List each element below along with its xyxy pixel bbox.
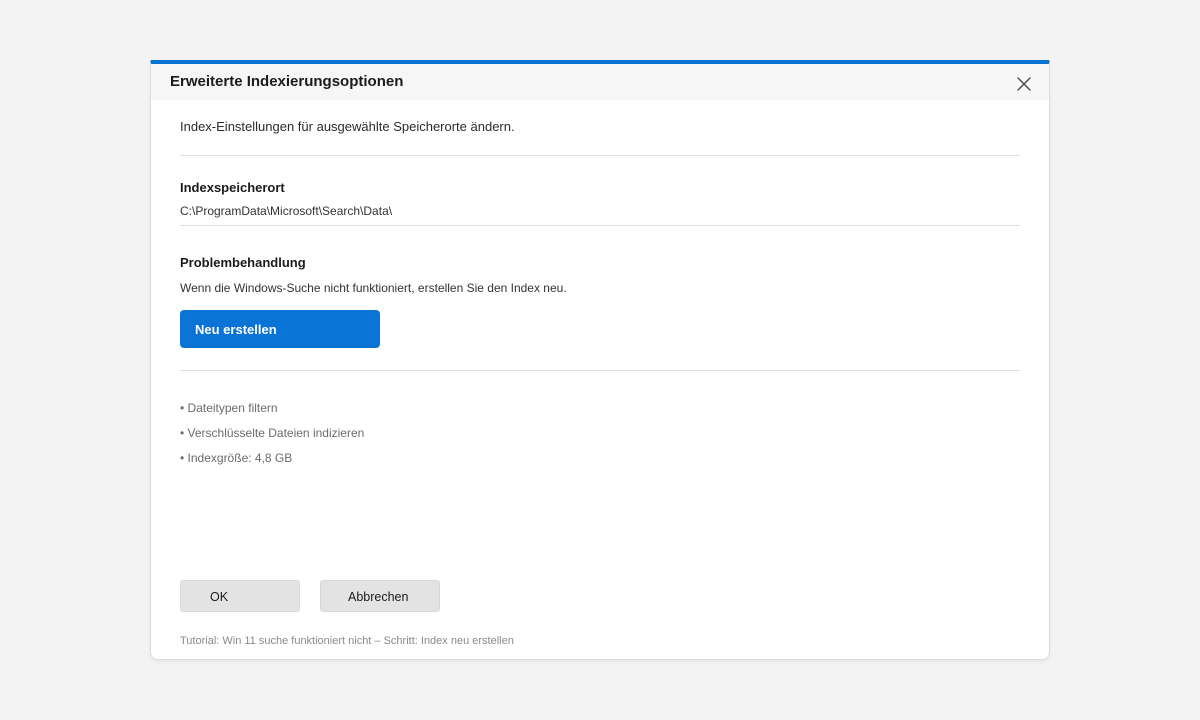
troubleshooting-description: Wenn die Windows-Suche nicht funktionier…: [180, 281, 567, 295]
index-location-heading: Indexspeicherort: [180, 180, 285, 195]
troubleshooting-heading: Problembehandlung: [180, 255, 306, 270]
divider: [180, 370, 1020, 371]
intro-text: Index-Einstellungen für ausgewählte Spei…: [180, 119, 515, 134]
bullet-item-filter-file-types: • Dateitypen filtern: [180, 401, 278, 415]
close-icon: [1017, 77, 1031, 91]
title-bar: Erweiterte Indexierungsoptionen: [151, 64, 1049, 100]
close-button[interactable]: [1011, 72, 1037, 96]
cancel-button-label: Abbrechen: [348, 590, 409, 604]
ok-button-label: OK: [210, 590, 229, 604]
index-location-path: C:\ProgramData\Microsoft\Search\Data\: [180, 204, 393, 218]
ok-button[interactable]: OK: [180, 580, 300, 612]
dialog-title: Erweiterte Indexierungsoptionen: [170, 73, 404, 90]
divider: [180, 155, 1020, 156]
bullet-item-encrypted-files: • Verschlüsselte Dateien indizieren: [180, 426, 365, 440]
tutorial-caption: Tutorial: Win 11 suche funktioniert nich…: [180, 635, 514, 647]
rebuild-button[interactable]: Neu erstellen: [180, 310, 380, 348]
divider: [180, 225, 1020, 226]
cancel-button[interactable]: Abbrechen: [320, 580, 440, 612]
advanced-indexing-dialog: Erweiterte Indexierungsoptionen Index-Ei…: [150, 60, 1050, 660]
bullet-item-index-size: • Indexgröße: 4,8 GB: [180, 451, 293, 465]
